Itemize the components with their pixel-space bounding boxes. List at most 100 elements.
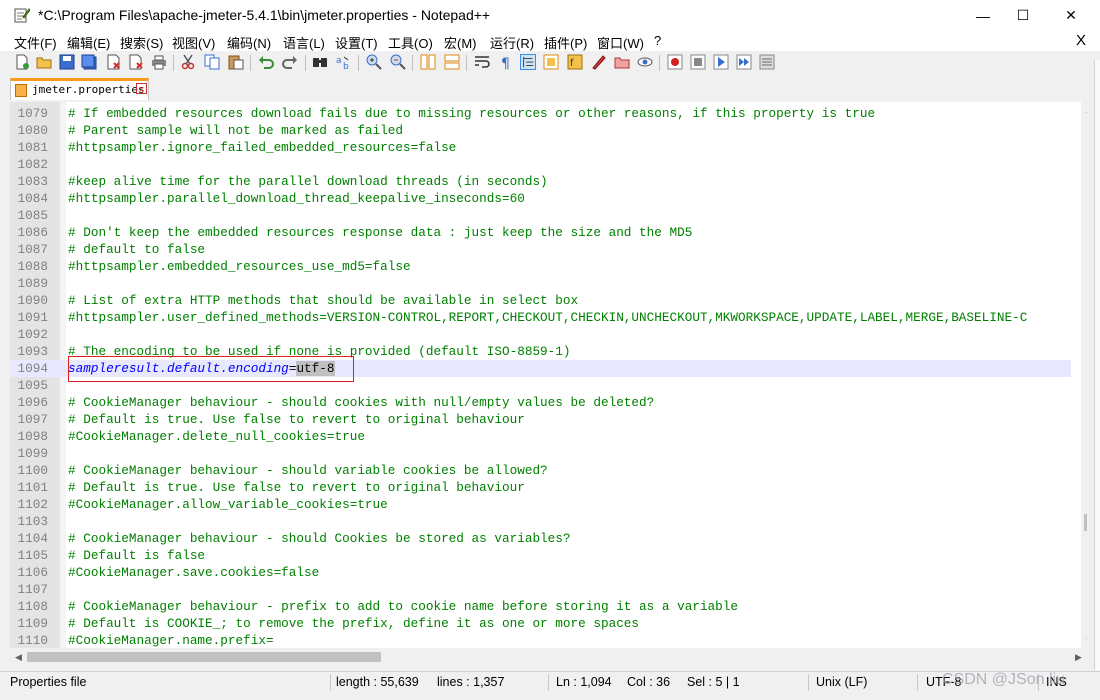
code-line[interactable]: 1108 # CookieManager behaviour - prefix t… <box>10 598 1071 615</box>
code-line[interactable]: 1090 # List of extra HTTP methods that sh… <box>10 292 1071 309</box>
close-all-icon[interactable] <box>128 54 144 70</box>
redo-icon[interactable] <box>282 54 298 70</box>
menu-language[interactable]: 语言(L) <box>283 33 325 52</box>
scroll-down-icon[interactable]: ▼ <box>1081 632 1087 648</box>
status-eol[interactable]: Unix (LF) <box>816 675 867 689</box>
code-line[interactable]: 1087 # default to false <box>10 241 1071 258</box>
play-macro-icon[interactable] <box>713 54 729 70</box>
copy-icon[interactable] <box>204 54 220 70</box>
line-number: 1080 <box>17 123 48 138</box>
replace-icon[interactable]: ab <box>336 54 352 70</box>
code-line[interactable]: 1079 # If embedded resources download fai… <box>10 105 1071 122</box>
watermark: CSDN @JSon liu <box>942 671 1065 688</box>
code-line[interactable]: 1110 #CookieManager.name.prefix= <box>10 632 1071 648</box>
doc-map-icon[interactable] <box>543 54 559 70</box>
vertical-scrollbar[interactable]: ▲ ▼ <box>1081 102 1087 648</box>
code-line[interactable]: 1106 #CookieManager.save.cookies=false <box>10 564 1071 581</box>
line-number: 1086 <box>17 225 48 240</box>
line-number: 1101 <box>17 480 48 495</box>
code-line[interactable]: 1100 # CookieManager behaviour - should v… <box>10 462 1071 479</box>
folder-workspace-icon[interactable] <box>591 54 607 70</box>
line-text: #keep alive time for the parallel downlo… <box>68 174 548 189</box>
sync-vertical-icon[interactable] <box>420 54 436 70</box>
print-icon[interactable] <box>151 54 167 70</box>
close-icon[interactable] <box>105 54 121 70</box>
background-window-edge <box>1094 60 1100 670</box>
eye-icon[interactable] <box>637 54 653 70</box>
code-line[interactable]: 1109 # Default is COOKIE_; to remove the … <box>10 615 1071 632</box>
save-all-icon[interactable] <box>81 54 97 70</box>
code-line[interactable]: 1096 # CookieManager behaviour - should c… <box>10 394 1071 411</box>
current-line[interactable]: 1094 sampleresult.default.encoding=utf-8 <box>10 356 1071 382</box>
code-line[interactable]: 1084 #httpsampler.parallel_download_threa… <box>10 190 1071 207</box>
sync-horizontal-icon[interactable] <box>444 54 460 70</box>
code-line[interactable]: 1081 #httpsampler.ignore_failed_embedded_… <box>10 139 1071 156</box>
function-list-icon[interactable]: f <box>567 54 583 70</box>
find-icon[interactable] <box>312 54 328 70</box>
menu-plugins[interactable]: 插件(P) <box>544 33 587 52</box>
editor[interactable]: 1079 # If embedded resources download fai… <box>10 102 1087 648</box>
horizontal-scroll-thumb[interactable] <box>27 652 381 662</box>
code-line[interactable]: 1103 <box>10 513 1071 530</box>
save-macro-icon[interactable] <box>759 54 775 70</box>
indent-guide-icon[interactable] <box>520 54 536 70</box>
code-line[interactable]: 1083 #keep alive time for the parallel do… <box>10 173 1071 190</box>
code-line[interactable]: 1088 #httpsampler.embedded_resources_use_… <box>10 258 1071 275</box>
code-line[interactable]: 1102 #CookieManager.allow_variable_cookie… <box>10 496 1071 513</box>
menu-file[interactable]: 文件(F) <box>14 33 57 52</box>
code-line[interactable]: 1089 <box>10 275 1071 292</box>
scroll-right-icon[interactable]: ▶ <box>1070 648 1087 666</box>
record-macro-icon[interactable] <box>667 54 683 70</box>
scroll-left-icon[interactable]: ◀ <box>10 648 27 666</box>
menu-search[interactable]: 搜索(S) <box>120 33 163 52</box>
menu-encoding[interactable]: 编码(N) <box>227 33 271 52</box>
code-line[interactable]: 1101 # Default is true. Use false to reve… <box>10 479 1071 496</box>
code-line[interactable]: 1099 <box>10 445 1071 462</box>
code-line[interactable]: 1082 <box>10 156 1071 173</box>
cut-icon[interactable] <box>180 54 196 70</box>
tab-jmeter-properties[interactable]: jmeter.properties x <box>10 78 149 100</box>
code-line[interactable]: 1080 # Parent sample will not be marked a… <box>10 122 1071 139</box>
status-length: length : 55,639 <box>336 675 419 689</box>
code-line[interactable]: 1097 # Default is true. Use false to reve… <box>10 411 1071 428</box>
monitor-icon[interactable] <box>614 54 630 70</box>
stop-macro-icon[interactable] <box>690 54 706 70</box>
show-all-chars-icon[interactable]: ¶ <box>498 54 514 70</box>
paste-icon[interactable] <box>228 54 244 70</box>
zoom-in-icon[interactable] <box>366 54 382 70</box>
zoom-out-icon[interactable] <box>390 54 406 70</box>
menu-edit[interactable]: 编辑(E) <box>67 33 110 52</box>
line-number: 1103 <box>17 514 48 529</box>
line-text: # default to false <box>68 242 206 257</box>
menu-help[interactable]: ? <box>654 33 661 48</box>
code-line[interactable]: 1095 <box>10 377 1071 394</box>
code-line[interactable]: 1104 # CookieManager behaviour - should C… <box>10 530 1071 547</box>
menu-tools[interactable]: 工具(O) <box>388 33 433 52</box>
scroll-up-icon[interactable]: ▲ <box>1081 102 1087 118</box>
menu-macro[interactable]: 宏(M) <box>444 33 477 52</box>
code-line[interactable]: 1098 #CookieManager.delete_null_cookies=t… <box>10 428 1071 445</box>
close-window-button[interactable]: ✕ <box>1048 0 1094 31</box>
open-file-icon[interactable] <box>36 54 52 70</box>
menu-view[interactable]: 视图(V) <box>172 33 215 52</box>
close-document-button[interactable]: X <box>1076 32 1086 49</box>
tab-close-button[interactable]: x <box>136 83 147 94</box>
menu-window[interactable]: 窗口(W) <box>597 33 644 52</box>
run-macro-multiple-icon[interactable] <box>736 54 752 70</box>
horizontal-scrollbar[interactable]: ◀ ▶ <box>10 648 1087 666</box>
code-line[interactable]: 1092 <box>10 326 1071 343</box>
code-line[interactable]: 1085 <box>10 207 1071 224</box>
menu-run[interactable]: 运行(R) <box>490 33 534 52</box>
save-icon[interactable] <box>59 54 75 70</box>
code-line[interactable]: 1105 # Default is false <box>10 547 1071 564</box>
menu-settings[interactable]: 设置(T) <box>335 33 378 52</box>
vertical-scroll-thumb[interactable] <box>1084 514 1087 531</box>
code-line[interactable]: 1091 #httpsampler.user_defined_methods=VE… <box>10 309 1071 326</box>
maximize-button[interactable]: ☐ <box>1000 0 1046 31</box>
code-line[interactable]: 1107 <box>10 581 1071 598</box>
code-line[interactable]: 1086 # Don't keep the embedded resources … <box>10 224 1071 241</box>
new-file-icon[interactable] <box>14 54 30 70</box>
undo-icon[interactable] <box>258 54 274 70</box>
tab-bar: jmeter.properties x <box>0 78 1094 100</box>
word-wrap-icon[interactable] <box>474 54 490 70</box>
